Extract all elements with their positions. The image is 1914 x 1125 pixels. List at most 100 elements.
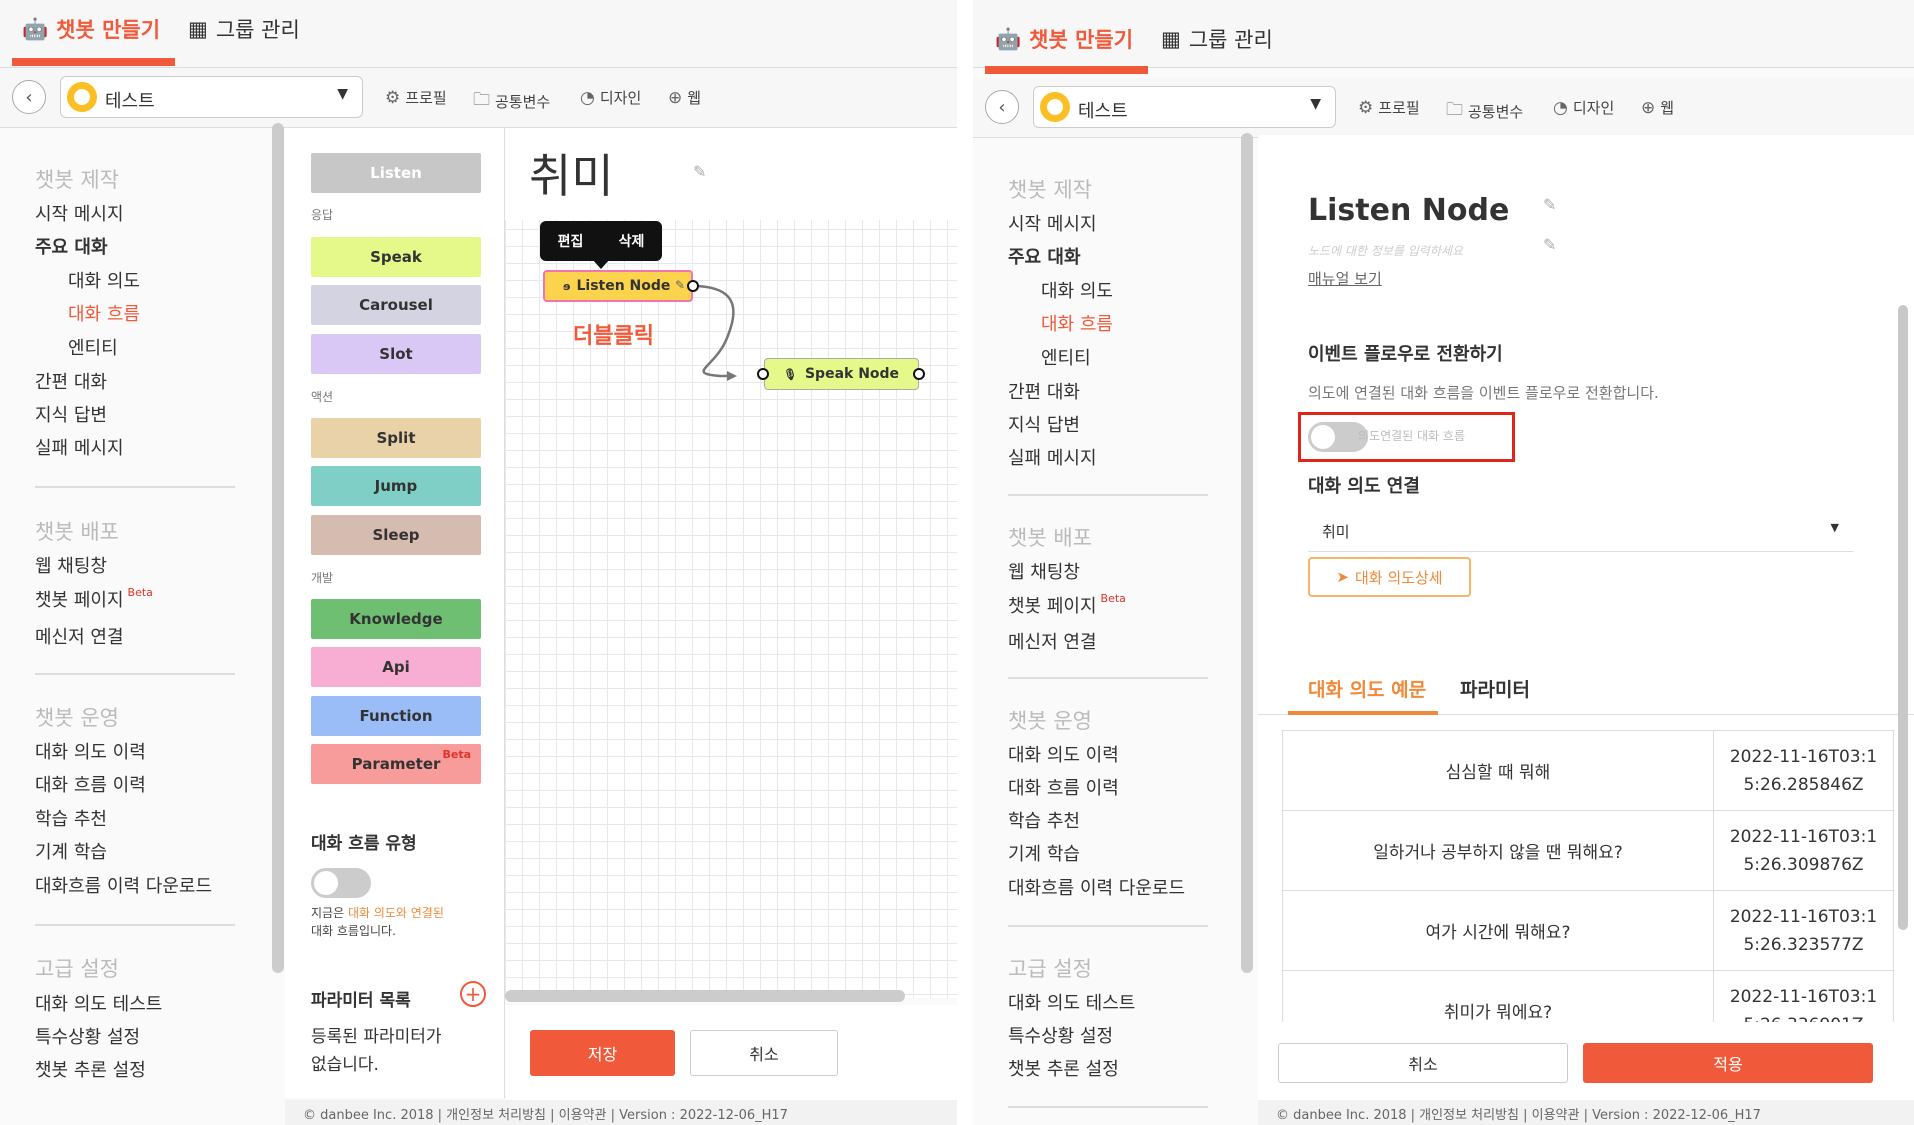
web-link[interactable]: ⊕ 웹 bbox=[668, 87, 701, 108]
sidebar-item-messenger[interactable]: 메신저 연결 bbox=[35, 623, 124, 649]
sidebar-item-bot-page[interactable]: 챗봇 페이지 Beta bbox=[35, 586, 153, 612]
sidebar-item-main-conversation[interactable]: 주요 대화 bbox=[1008, 243, 1081, 269]
palette-parameter-button[interactable]: Parameter Beta bbox=[311, 744, 481, 784]
sidebar-item-flow-history[interactable]: 대화 흐름 이력 bbox=[1008, 774, 1119, 800]
node-output-port[interactable] bbox=[687, 280, 699, 292]
palette-split-button[interactable]: Split bbox=[311, 418, 481, 458]
sidebar-item-simple[interactable]: 간편 대화 bbox=[1008, 378, 1080, 404]
sidebar-item-flow[interactable]: 대화 흐름 bbox=[1041, 310, 1113, 336]
cancel-button[interactable]: 취소 bbox=[690, 1030, 838, 1076]
sidebar-item-flow-download[interactable]: 대화흐름 이력 다운로드 bbox=[35, 872, 212, 898]
node-output-port[interactable] bbox=[913, 368, 925, 380]
edit-icon[interactable]: ✎ bbox=[1543, 235, 1556, 254]
design-link[interactable]: ◔ 디자인 bbox=[1553, 97, 1614, 118]
back-button[interactable]: ‹ bbox=[985, 90, 1019, 124]
sidebar-item-fail-message[interactable]: 실패 메시지 bbox=[1008, 444, 1097, 470]
sidebar-item-start-message[interactable]: 시작 메시지 bbox=[1008, 210, 1097, 236]
back-button[interactable]: ‹ bbox=[12, 80, 46, 114]
profile-link[interactable]: ⚙ 프로필 bbox=[1358, 97, 1420, 118]
bot-select[interactable]: 테스트 ▼ bbox=[60, 76, 363, 118]
tab-group-manage[interactable]: ▦ 그룹 관리 bbox=[1161, 24, 1273, 54]
web-link[interactable]: ⊕ 웹 bbox=[1641, 97, 1674, 118]
sidebar-item-intent-history[interactable]: 대화 의도 이력 bbox=[35, 738, 146, 764]
edit-icon[interactable]: ✎ bbox=[1543, 195, 1556, 214]
add-parameter-button[interactable]: + bbox=[460, 981, 486, 1007]
sidebar-item-special[interactable]: 특수상황 설정 bbox=[35, 1023, 140, 1049]
sidebar-item-intent[interactable]: 대화 의도 bbox=[68, 267, 140, 293]
profile-link[interactable]: ⚙ 프로필 bbox=[385, 87, 447, 108]
node-description-input[interactable]: 노드에 대한 정보를 입력하세요 bbox=[1308, 242, 1463, 259]
common-vars-link[interactable]: 🗀 공통변수 bbox=[473, 87, 550, 116]
tab-create-chatbot[interactable]: 🤖 챗봇 만들기 bbox=[22, 14, 160, 44]
flow-canvas[interactable]: 취미 ✎ 편집 삭제 ɘ Listen Node ✎ 🎙 Speak Node … bbox=[505, 128, 957, 998]
sidebar-item-knowledge[interactable]: 지식 답변 bbox=[1008, 411, 1080, 437]
palette-carousel-button[interactable]: Carousel bbox=[311, 285, 481, 325]
building-icon: ▦ bbox=[188, 17, 208, 41]
sidebar-item-messenger[interactable]: 메신저 연결 bbox=[1008, 628, 1097, 654]
intent-select[interactable]: 취미 ▼ bbox=[1308, 510, 1853, 552]
sidebar-divider bbox=[1008, 494, 1208, 496]
palette-sleep-button[interactable]: Sleep bbox=[311, 515, 481, 555]
common-vars-link[interactable]: 🗀 공통변수 bbox=[1446, 97, 1523, 126]
tab-parameters[interactable]: 파라미터 bbox=[1460, 675, 1530, 702]
sidebar-item-entity[interactable]: 엔티티 bbox=[1041, 344, 1091, 370]
chevron-down-icon: ▼ bbox=[1310, 96, 1321, 112]
sidebar-item-web-chat[interactable]: 웹 채팅창 bbox=[1008, 558, 1080, 584]
edit-icon[interactable]: ✎ bbox=[675, 278, 685, 292]
palette-speak-button[interactable]: Speak bbox=[311, 237, 481, 277]
sidebar-item-fail-message[interactable]: 실패 메시지 bbox=[35, 434, 124, 460]
sidebar-item-knowledge[interactable]: 지식 답변 bbox=[35, 401, 107, 427]
tab-create-chatbot[interactable]: 🤖 챗봇 만들기 bbox=[995, 24, 1133, 54]
sidebar-item-machine-learning[interactable]: 기계 학습 bbox=[1008, 840, 1080, 866]
palette-function-button[interactable]: Function bbox=[311, 696, 481, 736]
double-click-annotation: 더블클릭 bbox=[573, 324, 654, 349]
sidebar-item-bot-page[interactable]: 챗봇 페이지 Beta bbox=[1008, 592, 1126, 618]
sidebar-item-flow-download[interactable]: 대화흐름 이력 다운로드 bbox=[1008, 874, 1185, 900]
save-button[interactable]: 저장 bbox=[530, 1030, 675, 1076]
palette-api-button[interactable]: Api bbox=[311, 647, 481, 687]
tab-intent-examples[interactable]: 대화 의도 예문 bbox=[1308, 675, 1426, 702]
sidebar-item-learn-recommend[interactable]: 학습 추천 bbox=[35, 805, 107, 831]
detail-scrollbar[interactable] bbox=[1898, 305, 1908, 930]
top-nav: 🤖 챗봇 만들기 ▦ 그룹 관리 bbox=[973, 0, 1914, 74]
sidebar-scrollbar[interactable] bbox=[1241, 133, 1253, 973]
intent-detail-button[interactable]: ➤ 대화 의도상세 bbox=[1308, 557, 1471, 597]
sidebar-item-reasoning[interactable]: 챗봇 추론 설정 bbox=[35, 1056, 146, 1082]
event-flow-toggle-label: 의도연결된 대화 흐름 bbox=[1358, 429, 1465, 443]
sidebar-scrollbar[interactable] bbox=[272, 123, 284, 973]
bot-select[interactable]: 테스트 ▼ bbox=[1033, 86, 1336, 128]
globe-icon: ⊕ bbox=[668, 87, 683, 108]
manual-link[interactable]: 매뉴얼 보기 bbox=[1308, 268, 1382, 289]
sidebar-item-flow[interactable]: 대화 흐름 bbox=[68, 300, 140, 326]
palette-knowledge-button[interactable]: Knowledge bbox=[311, 599, 481, 639]
sidebar-item-reasoning[interactable]: 챗봇 추론 설정 bbox=[1008, 1055, 1119, 1081]
sidebar-item-intent-history[interactable]: 대화 의도 이력 bbox=[1008, 741, 1119, 767]
node-input-port[interactable] bbox=[757, 368, 769, 380]
sidebar-item-entity[interactable]: 엔티티 bbox=[68, 334, 118, 360]
tab-group-manage[interactable]: ▦ 그룹 관리 bbox=[188, 14, 300, 44]
sidebar-item-special[interactable]: 특수상황 설정 bbox=[1008, 1022, 1113, 1048]
speak-node[interactable]: 🎙 Speak Node bbox=[764, 358, 919, 390]
flow-type-desc: 지금은 대화 의도와 연결된 대화 흐름입니다. bbox=[311, 906, 444, 938]
listen-node[interactable]: ɘ Listen Node ✎ bbox=[543, 270, 693, 302]
canvas-horizontal-scrollbar[interactable] bbox=[505, 990, 905, 1002]
sidebar-item-web-chat[interactable]: 웹 채팅창 bbox=[35, 552, 107, 578]
palette-jump-button[interactable]: Jump bbox=[311, 466, 481, 506]
sidebar-item-start-message[interactable]: 시작 메시지 bbox=[35, 200, 124, 226]
palette-slot-button[interactable]: Slot bbox=[311, 334, 481, 374]
sidebar-item-machine-learning[interactable]: 기계 학습 bbox=[35, 838, 107, 864]
design-link[interactable]: ◔ 디자인 bbox=[580, 87, 641, 108]
sidebar-item-learn-recommend[interactable]: 학습 추천 bbox=[1008, 807, 1080, 833]
cancel-button[interactable]: 취소 bbox=[1278, 1043, 1568, 1083]
sidebar-item-main-conversation[interactable]: 주요 대화 bbox=[35, 233, 108, 259]
palette-section-response: 응답 bbox=[311, 208, 334, 222]
sidebar-item-flow-history[interactable]: 대화 흐름 이력 bbox=[35, 771, 146, 797]
sidebar-item-intent-test[interactable]: 대화 의도 테스트 bbox=[35, 990, 162, 1016]
palette-section-action: 액션 bbox=[311, 390, 334, 404]
apply-button[interactable]: 적용 bbox=[1583, 1043, 1873, 1083]
sidebar-item-simple[interactable]: 간편 대화 bbox=[35, 368, 107, 394]
flow-type-toggle[interactable] bbox=[311, 868, 371, 898]
sidebar-item-intent-test[interactable]: 대화 의도 테스트 bbox=[1008, 989, 1135, 1015]
palette-listen-button[interactable]: Listen bbox=[311, 153, 481, 193]
sidebar-item-intent[interactable]: 대화 의도 bbox=[1041, 277, 1113, 303]
